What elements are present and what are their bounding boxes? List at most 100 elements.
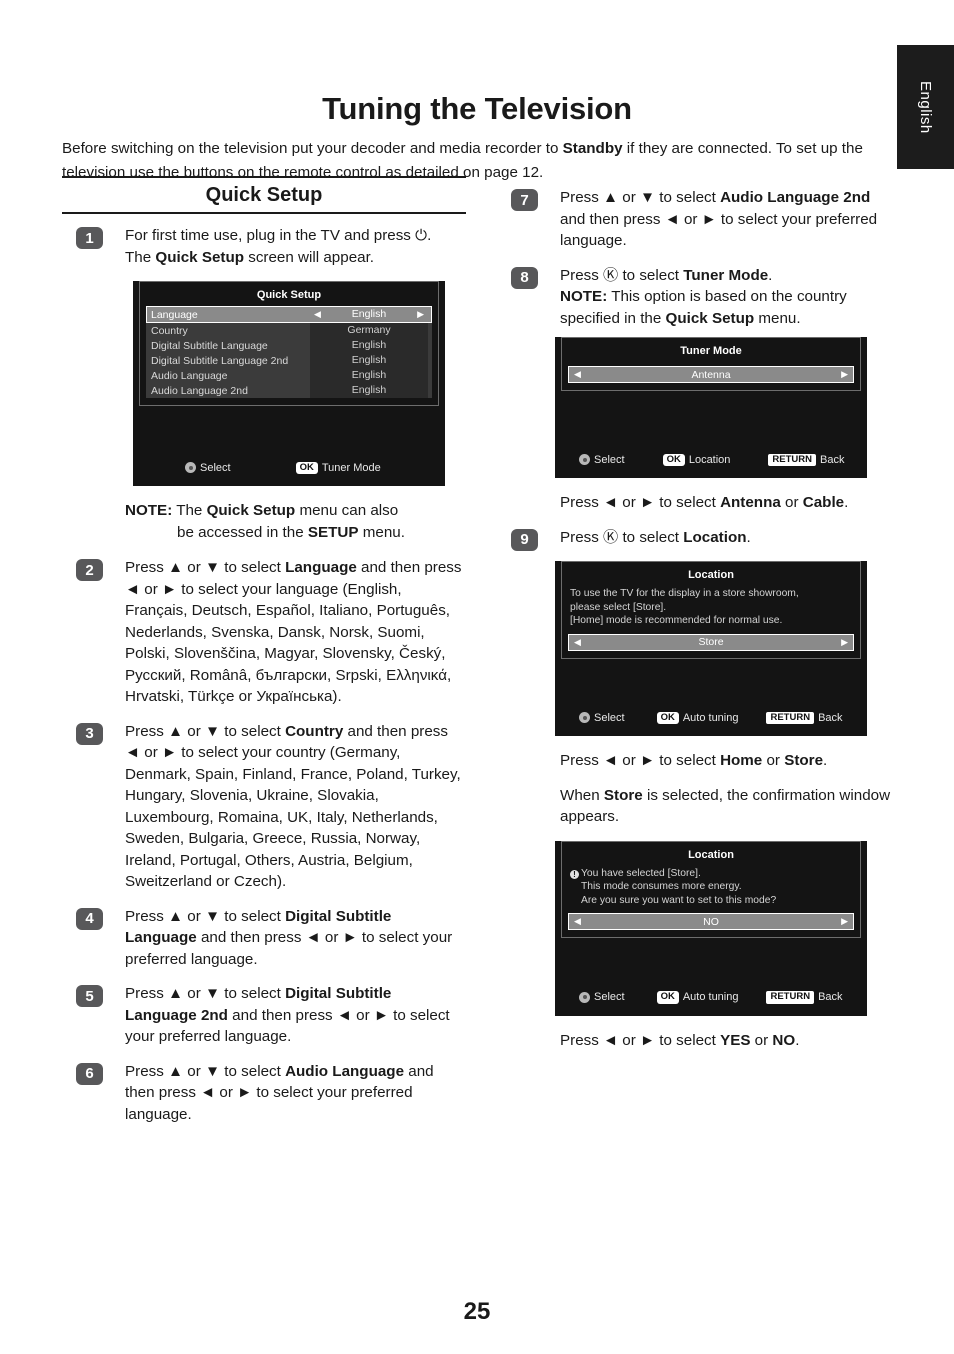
left-column: Quick Setup 1 For first time use, plug i… [62, 176, 466, 1138]
step-8-after-e: . [844, 494, 849, 511]
step-9-after1-home-bold: Home [720, 752, 763, 769]
step-9-after2-a: When [560, 786, 604, 804]
ok-key-icon: OK [662, 453, 685, 466]
return-key-icon: RETURN [766, 711, 815, 724]
note-c: menu can also [295, 502, 399, 519]
step-2: 2 Press ▲ or ▼ to select Language and th… [62, 557, 466, 708]
osd-footer-auto-tuning[interactable]: OK Auto tuning [656, 991, 738, 1004]
osd-quick-setup-screen: Quick Setup Language ◀ English ▶ Country… [133, 281, 445, 486]
left-arrow-icon[interactable]: ◀ [574, 637, 581, 648]
step-8: 8 Press Ⓚ to select Tuner Mode. NOTE: Th… [497, 265, 897, 330]
step-6: 6 Press ▲ or ▼ to select Audio Language … [62, 1061, 466, 1126]
left-arrow-icon[interactable]: ◀ [574, 916, 581, 927]
step-9-after3-yes-bold: YES [720, 1031, 751, 1049]
step-8-after-antenna-bold: Antenna [720, 494, 781, 511]
step-9-after-text-1: Press ◄ or ► to select Home or Store. [497, 750, 897, 772]
osd-footer-select[interactable]: Select [579, 991, 625, 1003]
osd-location-desc-line1: To use the TV for the display in a store… [570, 588, 799, 599]
osd-tuner-mode-footer: Select OK Location RETURN Back [555, 453, 867, 472]
osd-row-audio-language-2nd-label: Audio Language 2nd [151, 384, 248, 397]
osd-location-description: To use the TV for the display in a store… [568, 586, 854, 630]
osd-footer-back[interactable]: RETURN Back [766, 991, 843, 1004]
right-column: 7 Press ▲ or ▼ to select Audio Language … [497, 176, 897, 1064]
osd-location-confirm-footer: Select OK Auto tuning RETURN Back [555, 991, 867, 1009]
osd-row-country[interactable]: Country Germany [146, 323, 432, 338]
osd-tuner-mode-title: Tuner Mode [680, 345, 742, 357]
osd-tuner-mode-selector[interactable]: ◀ Antenna ▶ [568, 366, 854, 383]
section-header-quick-setup: Quick Setup [62, 176, 466, 214]
dpad-icon [579, 712, 590, 724]
osd-footer-back[interactable]: RETURN Back [768, 453, 845, 466]
osd-footer-location[interactable]: OK Location [662, 453, 731, 466]
osd-footer-select-label: Select [594, 453, 625, 466]
osd-footer-back[interactable]: RETURN Back [766, 711, 843, 724]
osd-row-digital-subtitle-language[interactable]: Digital Subtitle Language English [146, 338, 432, 353]
return-key-icon: RETURN [766, 991, 815, 1004]
osd-row-audio-language-value: English [310, 368, 428, 383]
osd-footer-auto-tuning[interactable]: OK Auto tuning [656, 711, 738, 724]
step-6-badge: 6 [76, 1062, 103, 1085]
osd-location-panel: Location To use the TV for the display i… [561, 561, 861, 659]
step-9-a: Press Ⓚ to select [560, 528, 684, 546]
step-9-c: . [746, 528, 751, 546]
step-9-after3-e: . [795, 1031, 800, 1049]
osd-footer-location-label: Location [688, 453, 731, 466]
osd-location-confirm-selector[interactable]: ◀ NO ▶ [568, 913, 854, 930]
right-arrow-icon[interactable]: ▶ [417, 308, 424, 321]
step-4: 4 Press ▲ or ▼ to select Digital Subtitl… [62, 906, 466, 971]
step-1: 1 For first time use, plug in the TV and… [62, 225, 466, 268]
osd-location-desc-line2: please select [Store]. [570, 601, 667, 613]
osd-footer-select[interactable]: Select [185, 462, 231, 474]
osd-row-country-label: Country [151, 324, 188, 337]
intro-line1-a: Before switching on the television put y… [62, 140, 563, 158]
step-7-badge: 7 [511, 189, 538, 211]
osd-row-audio-language-2nd[interactable]: Audio Language 2nd English [146, 383, 432, 398]
osd-row-digital-subtitle-language-2nd[interactable]: Digital Subtitle Language 2nd English [146, 353, 432, 368]
step-4-badge: 4 [76, 907, 103, 930]
osd-row-language[interactable]: Language ◀ English ▶ [146, 306, 432, 323]
osd-location-selector[interactable]: ◀ Store ▶ [568, 633, 854, 651]
osd-location-title: Location [688, 569, 734, 581]
dpad-icon [579, 991, 590, 1003]
step-3-a: Press ▲ or ▼ to select [125, 722, 286, 740]
step-9-after1-e: . [823, 752, 828, 769]
step-1-line3-a: The [125, 248, 156, 266]
step-6-a: Press ▲ or ▼ to select [125, 1062, 286, 1080]
step-2-c: and then press ◄ or ► to select your lan… [125, 559, 462, 705]
osd-footer-back-label: Back [820, 453, 845, 466]
step-9-after3-a: Press ◄ or ► to select [560, 1031, 721, 1049]
osd-tuner-mode-screen: Tuner Mode ◀ Antenna ▶ Select OK Locatio… [555, 337, 867, 478]
osd-row-audio-language[interactable]: Audio Language English [146, 368, 432, 383]
step-2-language-bold: Language [285, 559, 357, 576]
osd-footer-select[interactable]: Select [579, 712, 625, 724]
step-5-badge: 5 [76, 985, 103, 1007]
osd-quick-setup-footer: Select OK Tuner Mode [133, 461, 445, 480]
left-arrow-icon[interactable]: ◀ [574, 369, 581, 380]
right-arrow-icon[interactable]: ▶ [841, 916, 848, 927]
right-arrow-icon[interactable]: ▶ [841, 369, 848, 380]
step-4-a: Press ▲ or ▼ to select [125, 907, 286, 925]
osd-footer-tuner-mode[interactable]: OK Tuner Mode [295, 461, 381, 474]
ok-key-icon: OK [656, 711, 679, 724]
osd-confirm-desc-line1: You have selected [Store]. [581, 867, 701, 879]
step-8-after-text: Press ◄ or ► to select Antenna or Cable. [497, 492, 897, 514]
osd-row-digital-subtitle-language-label: Digital Subtitle Language [151, 339, 268, 352]
left-arrow-icon[interactable]: ◀ [314, 308, 321, 321]
intro-line1-c: if they are connected. [622, 140, 772, 158]
return-key-icon: RETURN [768, 453, 817, 466]
step-2-a: Press ▲ or ▼ to select [125, 559, 286, 576]
note-quick-setup-bold: Quick Setup [206, 502, 296, 519]
step-1-line3-c: screen will appear. [244, 248, 375, 266]
right-arrow-icon[interactable]: ▶ [841, 637, 848, 648]
step-9-after1-a: Press ◄ or ► to select [560, 752, 721, 769]
osd-footer-select[interactable]: Select [579, 454, 625, 466]
osd-footer-select-label: Select [594, 991, 625, 1004]
step-9: 9 Press Ⓚ to select Location. [497, 527, 897, 551]
osd-row-language-value-group[interactable]: ◀ English ▶ [310, 308, 428, 321]
osd-location-confirm-screen: Location ! You have selected [Store]. Thi… [555, 840, 867, 1016]
osd-row-digital-subtitle-language-2nd-value: English [310, 353, 428, 368]
step-9-after-text-2: When Store is selected, the confirmation… [497, 785, 897, 828]
page-title: Tuning the Television [322, 90, 632, 126]
step-8-badge: 8 [511, 266, 538, 289]
osd-confirm-desc-line2: This mode consumes more energy. [581, 881, 742, 892]
